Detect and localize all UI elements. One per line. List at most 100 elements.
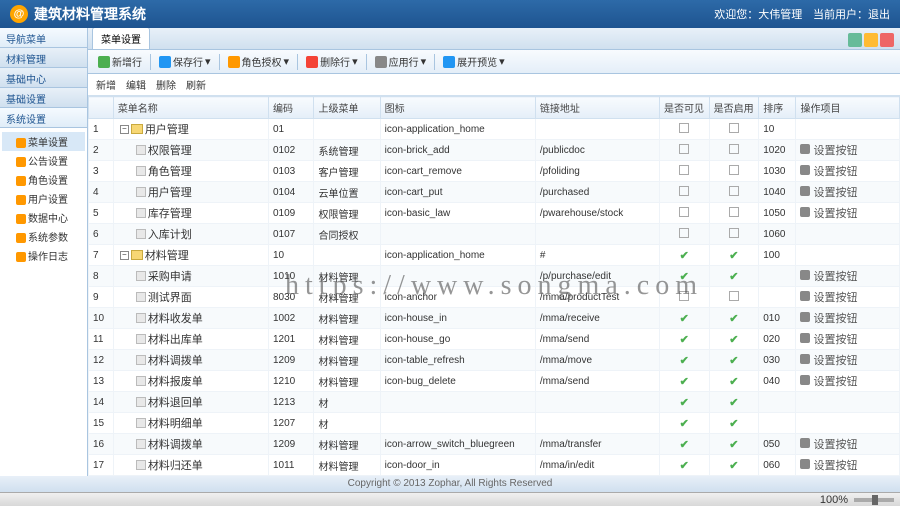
- col-1[interactable]: 菜单名称: [113, 97, 268, 119]
- subtoolbar-btn-1[interactable]: 编辑: [124, 77, 146, 92]
- sidebar-panel-1[interactable]: 材料管理: [0, 48, 87, 68]
- logout-link[interactable]: 当前用户：退出: [813, 9, 890, 21]
- table-row[interactable]: 10材料收发单1002材料管理icon-house_in/mma/receive…: [89, 308, 900, 329]
- row-action[interactable]: 设置按钮: [800, 145, 857, 157]
- table-row[interactable]: 18租转卖明细1203材料管理icon-menu_blue/mma/in/edi…: [89, 476, 900, 477]
- sidebar-item-0[interactable]: 菜单设置: [2, 132, 85, 151]
- col-0[interactable]: [89, 97, 114, 119]
- table-row[interactable]: 6入库计划0107合同授权1060: [89, 224, 900, 245]
- tab-help-icon[interactable]: [864, 33, 878, 47]
- row-action[interactable]: 设置按钮: [800, 271, 857, 283]
- sidebar-item-2[interactable]: 角色设置: [2, 170, 85, 189]
- col-6[interactable]: 是否可见: [659, 97, 709, 119]
- row-name: 角色管理: [148, 163, 192, 179]
- row-action[interactable]: 设置按钮: [800, 355, 857, 367]
- col-7[interactable]: 是否启用: [709, 97, 759, 119]
- col-5[interactable]: 链接地址: [535, 97, 659, 119]
- gear-icon: [800, 354, 810, 364]
- sidebar-item-5[interactable]: 系统参数: [2, 227, 85, 246]
- table-row[interactable]: 8采购申请1010材料管理/p/purchase/edit✔✔ 设置按钮: [89, 266, 900, 287]
- expand-icon[interactable]: −: [120, 125, 129, 134]
- sidebar-item-1[interactable]: 公告设置: [2, 151, 85, 170]
- toolbar-btn-3[interactable]: 删除行 ▾: [300, 52, 364, 71]
- table-row[interactable]: 16材料调拨单1209材料管理icon-arrow_switch_bluegre…: [89, 434, 900, 455]
- leaf-icon: [136, 271, 146, 281]
- col-9[interactable]: 操作项目: [796, 97, 900, 119]
- tab-close-icon[interactable]: [880, 33, 894, 47]
- unchecked-icon: [679, 207, 689, 217]
- row-action[interactable]: 设置按钮: [800, 376, 857, 388]
- toolbar-btn-1[interactable]: 保存行 ▾: [153, 52, 217, 71]
- row-action[interactable]: 设置按钮: [800, 439, 857, 451]
- row-name: 材料退回单: [148, 394, 203, 410]
- sidebar-item-4[interactable]: 数据中心: [2, 208, 85, 227]
- row-action[interactable]: 设置按钮: [800, 334, 857, 346]
- sidebar-panel-nav[interactable]: 导航菜单: [0, 28, 87, 48]
- zoom-slider[interactable]: [854, 498, 894, 502]
- toolbar: 新增行保存行 ▾ 角色授权 ▾删除行 ▾ 应用行 ▾展开预览 ▾: [88, 50, 900, 74]
- titlebar: @ 建筑材料管理系统 欢迎您：大伟管理 当前用户：退出: [0, 0, 900, 28]
- check-icon: ✔: [729, 460, 738, 472]
- table-row[interactable]: 17材料归还单1011材料管理icon-door_in/mma/in/edit✔…: [89, 455, 900, 476]
- col-8[interactable]: 排序: [759, 97, 796, 119]
- sidebar-panel-4[interactable]: 系统设置: [0, 108, 87, 128]
- gear-icon: [800, 375, 810, 385]
- sidebar-panel-2[interactable]: 基础中心: [0, 68, 87, 88]
- col-2[interactable]: 编码: [268, 97, 314, 119]
- leaf-icon: [136, 229, 146, 239]
- subtoolbar-btn-2[interactable]: 删除: [154, 77, 176, 92]
- col-4[interactable]: 图标: [380, 97, 535, 119]
- row-action[interactable]: 设置按钮: [800, 187, 857, 199]
- check-icon: ✔: [729, 439, 738, 451]
- table-row[interactable]: 7−材料管理10icon-application_home#✔✔100: [89, 245, 900, 266]
- row-action[interactable]: 设置按钮: [800, 313, 857, 325]
- toolbar-btn-2[interactable]: 角色授权 ▾: [222, 52, 296, 71]
- toolbar-btn-4[interactable]: 应用行 ▾: [369, 52, 433, 71]
- table-row[interactable]: 5库存管理0109权限管理icon-basic_law/pwarehouse/s…: [89, 203, 900, 224]
- table-row[interactable]: 14材料退回单1213材✔✔: [89, 392, 900, 413]
- table-row[interactable]: 2权限管理0102系统管理icon-brick_add/publicdoc102…: [89, 140, 900, 161]
- table-row[interactable]: 9测试界面8030材料管理icon-anchor/mma/productTest…: [89, 287, 900, 308]
- expand-icon[interactable]: −: [120, 251, 129, 260]
- table-row[interactable]: 1−用户管理01icon-application_home10: [89, 119, 900, 140]
- leaf-icon: [136, 166, 146, 176]
- leaf-icon: [136, 187, 146, 197]
- row-action[interactable]: 设置按钮: [800, 292, 857, 304]
- welcome-text[interactable]: 欢迎您：大伟管理: [714, 9, 802, 21]
- col-3[interactable]: 上级菜单: [314, 97, 380, 119]
- row-action[interactable]: 设置按钮: [800, 166, 857, 178]
- table-row[interactable]: 4用户管理0104云单位置icon-cart_put/purchased1040…: [89, 182, 900, 203]
- toolbar-icon: [98, 56, 110, 68]
- check-icon: ✔: [680, 355, 689, 367]
- sidebar-panel-3[interactable]: 基础设置: [0, 88, 87, 108]
- row-action[interactable]: 设置按钮: [800, 460, 857, 472]
- check-icon: ✔: [680, 250, 689, 262]
- unchecked-icon: [729, 207, 739, 217]
- table-row[interactable]: 12材料调拨单1209材料管理icon-table_refresh/mma/mo…: [89, 350, 900, 371]
- folder-icon: [131, 124, 143, 134]
- row-name: 材料出库单: [148, 331, 203, 347]
- toolbar-btn-0[interactable]: 新增行: [92, 52, 148, 71]
- unchecked-icon: [679, 228, 689, 238]
- row-name: 入库计划: [148, 226, 192, 242]
- tree-icon: [16, 157, 26, 167]
- header-right: 欢迎您：大伟管理 当前用户：退出: [706, 6, 890, 22]
- table-row[interactable]: 11材料出库单1201材料管理icon-house_go/mma/send✔✔0…: [89, 329, 900, 350]
- tab-tools: [842, 31, 900, 49]
- tab-refresh-icon[interactable]: [848, 33, 862, 47]
- subtoolbar-btn-0[interactable]: 新增: [94, 77, 116, 92]
- tab-main[interactable]: 菜单设置: [92, 28, 150, 49]
- table-row[interactable]: 3角色管理0103客户管理icon-cart_remove/pfoliding1…: [89, 161, 900, 182]
- sidebar-item-6[interactable]: 操作日志: [2, 246, 85, 265]
- subtoolbar-btn-3[interactable]: 刷新: [184, 77, 206, 92]
- leaf-icon: [136, 460, 146, 470]
- table-row[interactable]: 15材料明细单1207材✔✔: [89, 413, 900, 434]
- row-name: 材料归还单: [148, 457, 203, 473]
- sidebar-item-3[interactable]: 用户设置: [2, 189, 85, 208]
- row-action[interactable]: 设置按钮: [800, 208, 857, 220]
- zoom-indicator[interactable]: 100%: [820, 494, 848, 506]
- leaf-icon: [136, 439, 146, 449]
- gear-icon: [800, 333, 810, 343]
- table-row[interactable]: 13材料报废单1210材料管理icon-bug_delete/mma/send✔…: [89, 371, 900, 392]
- toolbar-btn-5[interactable]: 展开预览 ▾: [437, 52, 511, 71]
